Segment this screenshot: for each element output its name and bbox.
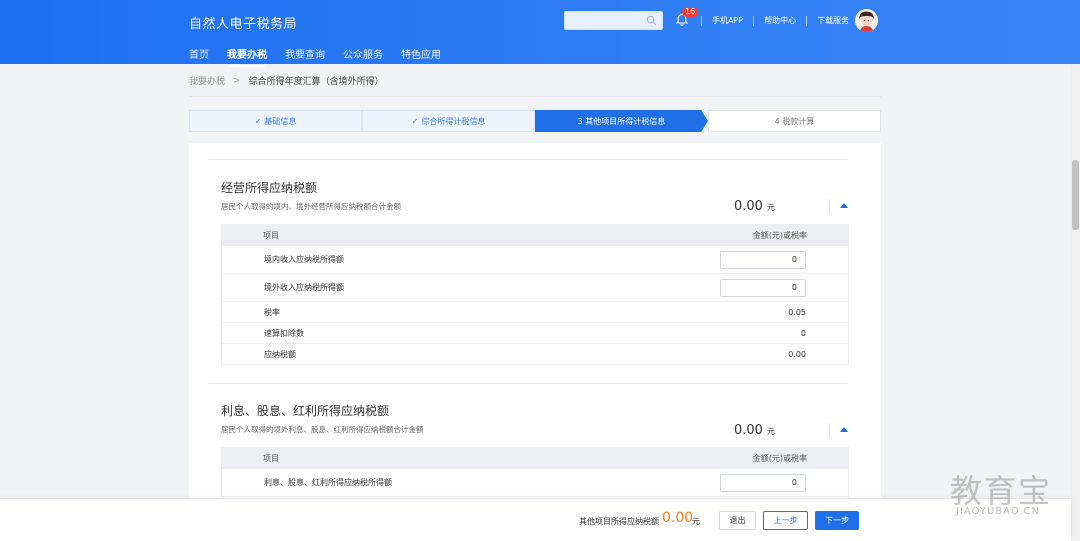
breadcrumb-current: 综合所得年度汇算（含境外所得） bbox=[248, 77, 384, 87]
step-tax-calculation[interactable]: 4 税款计算 bbox=[708, 110, 881, 132]
scrollbar-thumb[interactable] bbox=[1072, 160, 1079, 230]
nav-public-service[interactable]: 公众服务 bbox=[343, 46, 383, 65]
nav-featured-apps[interactable]: 特色应用 bbox=[401, 46, 441, 65]
breadcrumb-root[interactable]: 我要办税 bbox=[189, 74, 225, 87]
row-label: 境外收入应纳税所得额 bbox=[264, 283, 344, 292]
divider bbox=[209, 159, 847, 160]
help-center-link[interactable]: 帮助中心 bbox=[754, 15, 806, 26]
overseas-taxable-income-input[interactable] bbox=[720, 278, 806, 297]
breadcrumb: 我要办税 > 综合所得年度汇算（含境外所得） bbox=[189, 74, 384, 88]
row-label: 税率 bbox=[264, 307, 280, 317]
search-input[interactable] bbox=[565, 15, 645, 33]
footer-total-unit: 元 bbox=[692, 517, 700, 526]
step-comprehensive-income[interactable]: ✓ 综合所得计税信息 bbox=[362, 110, 535, 132]
step-label: 3 其他项目所得计税信息 bbox=[577, 116, 666, 126]
check-icon: ✓ bbox=[254, 116, 262, 126]
interest-dividend-total: 0.00 元 bbox=[734, 423, 775, 438]
site-brand[interactable]: 自然人电子税务局 bbox=[189, 13, 297, 32]
row-label: 速算扣除数 bbox=[264, 328, 304, 338]
footer-total-label: 其他项目所得应纳税额 bbox=[579, 517, 659, 526]
tax-rate-value: 0.05 bbox=[788, 307, 806, 317]
quick-deduction-value: 0 bbox=[800, 328, 806, 338]
divider bbox=[189, 96, 881, 97]
progress-steps: ✓ 基础信息 ✓ 综合所得计税信息 3 其他项目所得计税信息 4 税款计算 bbox=[189, 110, 881, 132]
section-desc-business-income: 居民个人取得的境内、境外经营所得应纳税额合计金额 bbox=[221, 202, 401, 211]
user-avatar-icon bbox=[855, 9, 878, 32]
interest-dividend-table: 项目 金额(元)或税率 利息、股息、红利所得应纳税所得额 bbox=[221, 447, 849, 497]
step-label: 基础信息 bbox=[264, 116, 297, 126]
table-row: 税率 0.05 bbox=[221, 302, 849, 323]
search-box bbox=[564, 11, 663, 33]
avatar[interactable] bbox=[855, 9, 878, 32]
col-header-amount: 金额(元)或税率 bbox=[752, 453, 807, 463]
top-links: 手机APP 帮助中心 下载服务 bbox=[701, 15, 859, 26]
row-label: 境内收入应纳税所得额 bbox=[264, 255, 344, 264]
nav-query[interactable]: 我要查询 bbox=[285, 46, 325, 65]
main-nav: 首页 我要办税 我要查询 公众服务 特色应用 bbox=[189, 46, 441, 67]
tax-payable-value: 0.00 bbox=[788, 349, 806, 359]
table-row: 应纳税额 0.00 bbox=[221, 344, 849, 365]
mobile-app-link[interactable]: 手机APP bbox=[702, 15, 753, 26]
step-other-income[interactable]: 3 其他项目所得计税信息 bbox=[535, 110, 708, 132]
nav-tax-filing[interactable]: 我要办税 bbox=[227, 46, 267, 67]
divider bbox=[829, 423, 830, 437]
footer-total-amount: 0.00 bbox=[662, 510, 694, 526]
col-header-item: 项目 bbox=[263, 453, 279, 463]
divider bbox=[829, 199, 830, 213]
watermark-url: JIAOYUBAO.CN bbox=[956, 506, 1040, 517]
step-basic-info[interactable]: ✓ 基础信息 bbox=[189, 110, 362, 132]
page-scrollbar[interactable] bbox=[1071, 64, 1080, 541]
amount-unit: 元 bbox=[766, 203, 775, 212]
business-income-table: 项目 金额(元)或税率 境内收入应纳税所得额 境外收入应纳税所得额 税率 0.0… bbox=[221, 224, 849, 365]
interest-dividend-income-input[interactable] bbox=[720, 473, 806, 492]
collapse-up-icon[interactable] bbox=[840, 203, 848, 208]
search-icon[interactable] bbox=[646, 15, 657, 26]
section-title-interest-dividend: 利息、股息、红利所得应纳税额 bbox=[221, 404, 390, 418]
top-header: 自然人电子税务局 首页 我要办税 我要查询 公众服务 特色应用 16 手机APP… bbox=[0, 0, 1080, 67]
col-header-amount: 金额(元)或税率 bbox=[752, 230, 807, 240]
breadcrumb-separator: > bbox=[233, 75, 241, 86]
amount-value: 0.00 bbox=[734, 423, 763, 438]
amount-value: 0.00 bbox=[734, 199, 763, 214]
row-label: 应纳税额 bbox=[264, 349, 296, 359]
section-desc-interest-dividend: 居民个人取得的境外利息、股息、红利所得应纳税额合计金额 bbox=[221, 425, 424, 434]
col-header-item: 项目 bbox=[263, 230, 279, 240]
table-row: 境内收入应纳税所得额 bbox=[221, 246, 849, 274]
download-service-link[interactable]: 下载服务 bbox=[807, 15, 859, 26]
next-step-button[interactable]: 下一步 bbox=[815, 511, 859, 530]
amount-unit: 元 bbox=[766, 427, 775, 436]
collapse-up-icon[interactable] bbox=[840, 427, 848, 432]
exit-button[interactable]: 退出 bbox=[719, 511, 756, 530]
table-row: 利息、股息、红利所得应纳税所得额 bbox=[221, 469, 849, 497]
check-icon: ✓ bbox=[411, 116, 419, 126]
notification-badge: 16 bbox=[682, 7, 699, 17]
nav-home[interactable]: 首页 bbox=[189, 46, 209, 65]
business-income-total: 0.00 元 bbox=[734, 199, 775, 214]
divider bbox=[209, 383, 847, 384]
section-title-business-income: 经营所得应纳税额 bbox=[221, 181, 318, 195]
step-label: 综合所得计税信息 bbox=[421, 116, 486, 126]
table-header: 项目 金额(元)或税率 bbox=[221, 447, 849, 469]
table-header: 项目 金额(元)或税率 bbox=[221, 224, 849, 246]
domestic-taxable-income-input[interactable] bbox=[720, 250, 806, 269]
step-label: 4 税款计算 bbox=[774, 116, 815, 126]
table-row: 速算扣除数 0 bbox=[221, 323, 849, 344]
row-label: 利息、股息、红利所得应纳税所得额 bbox=[264, 478, 392, 487]
main-panel: 经营所得应纳税额 居民个人取得的境内、境外经营所得应纳税额合计金额 0.00 元 … bbox=[189, 143, 881, 501]
previous-step-button[interactable]: 上一步 bbox=[763, 511, 808, 530]
bottom-action-bar: 其他项目所得应纳税额 0.00 元 退出 上一步 下一步 bbox=[0, 498, 1071, 541]
table-row: 境外收入应纳税所得额 bbox=[221, 274, 849, 302]
